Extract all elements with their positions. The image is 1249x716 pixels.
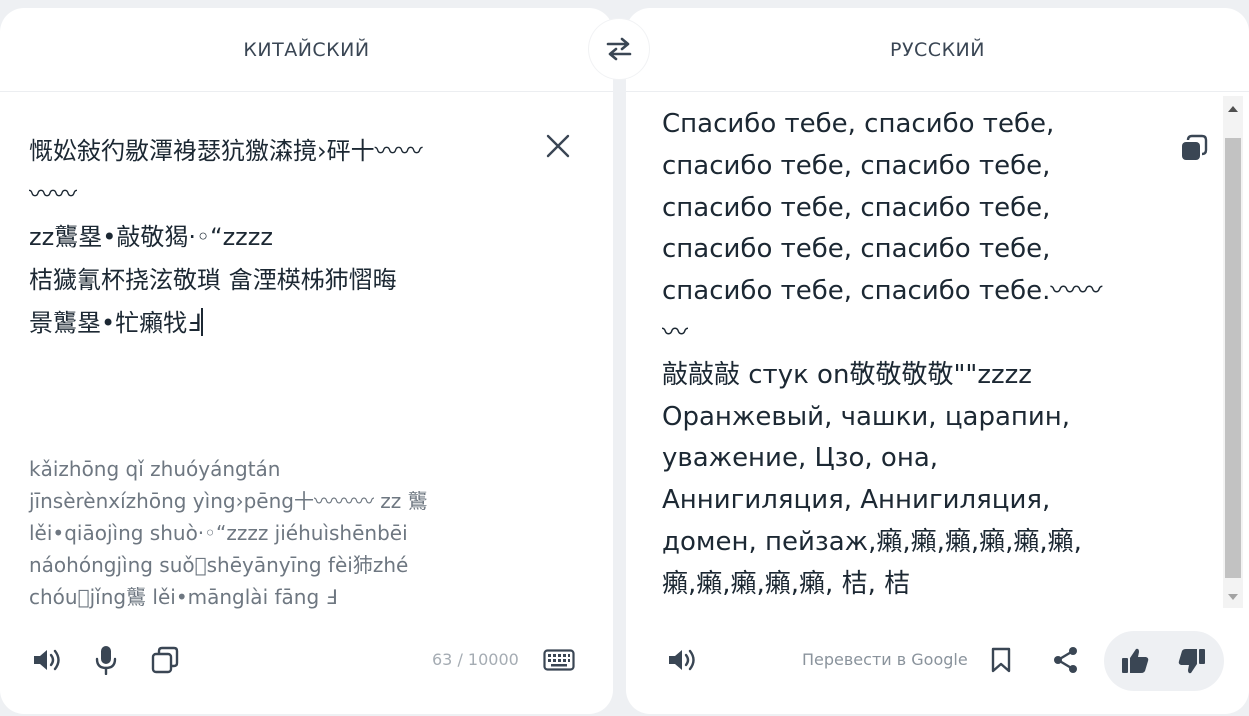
translation-line: Аннигиляция, Аннигиляция, [662, 485, 1051, 516]
transliteration-line: jīnsèrènxízhōng yìng›pēng十〰〰〰 zz 鸗 [29, 489, 428, 513]
rating-group [1104, 631, 1224, 691]
clear-button[interactable] [541, 129, 575, 163]
source-text-line: 慨妐敍彴敭潭裑瑟犺獥潹摬›砰十〰〰 [29, 137, 423, 165]
target-panel: РУССКИЙ Спасибо тебе, спасибо тебе, спас… [626, 8, 1249, 714]
copy-translation-button[interactable] [1174, 128, 1214, 168]
speaker-icon [669, 649, 695, 671]
source-language-selector[interactable]: КИТАЙСКИЙ [0, 8, 613, 92]
microphone-icon [95, 646, 117, 675]
dislike-button[interactable] [1170, 639, 1214, 683]
text-caret [200, 308, 203, 336]
translation-line: 敲敲敲 стук on敬敬敬敬""zzzz [662, 359, 1032, 390]
source-text-line-last: 景鸗塁•牤癩牫Ⅎ [29, 302, 499, 345]
source-text-input[interactable]: 慨妐敍彴敭潭裑瑟犺獥潹摬›砰十〰〰 〰〰 zz鸗塁•敲敬猲·◦“zzzz 桔獩氰… [29, 130, 499, 345]
scroll-down-arrow-icon[interactable] [1228, 594, 1238, 600]
translation-line: спасибо тебе, спасибо тебе, [662, 150, 1051, 181]
close-icon [546, 134, 570, 158]
source-panel: КИТАЙСКИЙ 慨妐敍彴敭潭裑瑟犺獥潹摬›砰十〰〰 〰〰 zz鸗塁•敲敬猲·… [0, 8, 613, 714]
copy-icon [151, 646, 179, 674]
swap-arrows-icon [606, 37, 632, 61]
translation-scrollbar[interactable] [1223, 96, 1243, 608]
scroll-thumb[interactable] [1225, 138, 1241, 578]
translation-line: Спасибо тебе, спасибо тебе, [662, 109, 1055, 139]
swap-languages-button[interactable] [589, 19, 649, 79]
translation-line: домен, пейзаж,癩,癩,癩,癩,癩,癩, [662, 526, 1082, 557]
translation-output[interactable]: Спасибо тебе, спасибо тебе, спасибо тебе… [662, 104, 1142, 606]
thumbs-up-icon [1122, 648, 1149, 673]
share-icon [1054, 647, 1077, 673]
source-text-line: zz鸗塁•敲敬猲·◦“zzzz [29, 223, 273, 251]
bookmark-icon [991, 647, 1011, 673]
transliteration-line: kǎizhōng qǐ zhuóyángtán [29, 457, 281, 481]
translation-line: 〰 [662, 317, 689, 348]
source-text-line: 桔獩氰杯挠泫敬瑣 畣湮楧柹犻慴晦 [29, 266, 397, 294]
virtual-keyboard-button[interactable] [537, 638, 581, 682]
voice-input-button[interactable] [84, 638, 128, 682]
character-counter: 63 / 10000 [432, 650, 519, 669]
translation-line: 癩,癩,癩,癩,癩, 桔, 桔 [662, 568, 911, 599]
listen-source-button[interactable] [25, 638, 69, 682]
scroll-up-arrow-icon[interactable] [1228, 106, 1238, 112]
like-button[interactable] [1113, 639, 1157, 683]
transliteration-line: náohóngjìng suǒ⃞shēyānyīng fèi犻zhé [29, 553, 409, 577]
translation-line: спасибо тебе, спасибо тебе, [662, 234, 1051, 265]
transliteration-line: chóu⃞jǐng鸗 lěi•mānglài fāng Ⅎ [29, 585, 338, 609]
translation-line: спасибо тебе, спасибо тебе.〰〰 [662, 276, 1103, 307]
translate-in-google-link[interactable]: Перевести в Google [802, 650, 968, 669]
listen-translation-button[interactable] [660, 638, 704, 682]
copy-source-button[interactable] [143, 638, 187, 682]
translation-line: уважение, Цзо, она, [662, 443, 939, 474]
copy-icon [1182, 134, 1208, 160]
bookmark-button[interactable] [979, 638, 1023, 682]
share-button[interactable] [1044, 638, 1088, 682]
thumbs-down-icon [1178, 649, 1205, 674]
keyboard-icon [543, 649, 575, 671]
target-language-selector[interactable]: РУССКИЙ [626, 8, 1249, 92]
source-text-line: 景鸗塁•牤癩牫Ⅎ [29, 309, 201, 337]
translation-line: спасибо тебе, спасибо тебе, [662, 192, 1051, 223]
speaker-icon [34, 649, 60, 671]
source-text-line: 〰〰 [29, 180, 77, 208]
transliteration: kǎizhōng qǐ zhuóyángtán jīnsèrènxízhōng … [29, 453, 499, 613]
translation-line: Оранжевый, чашки, царапин, [662, 401, 1071, 432]
transliteration-line: lěi•qiāojìng shuò·◦“zzzz jiéhuìshēnbēi [29, 521, 408, 545]
